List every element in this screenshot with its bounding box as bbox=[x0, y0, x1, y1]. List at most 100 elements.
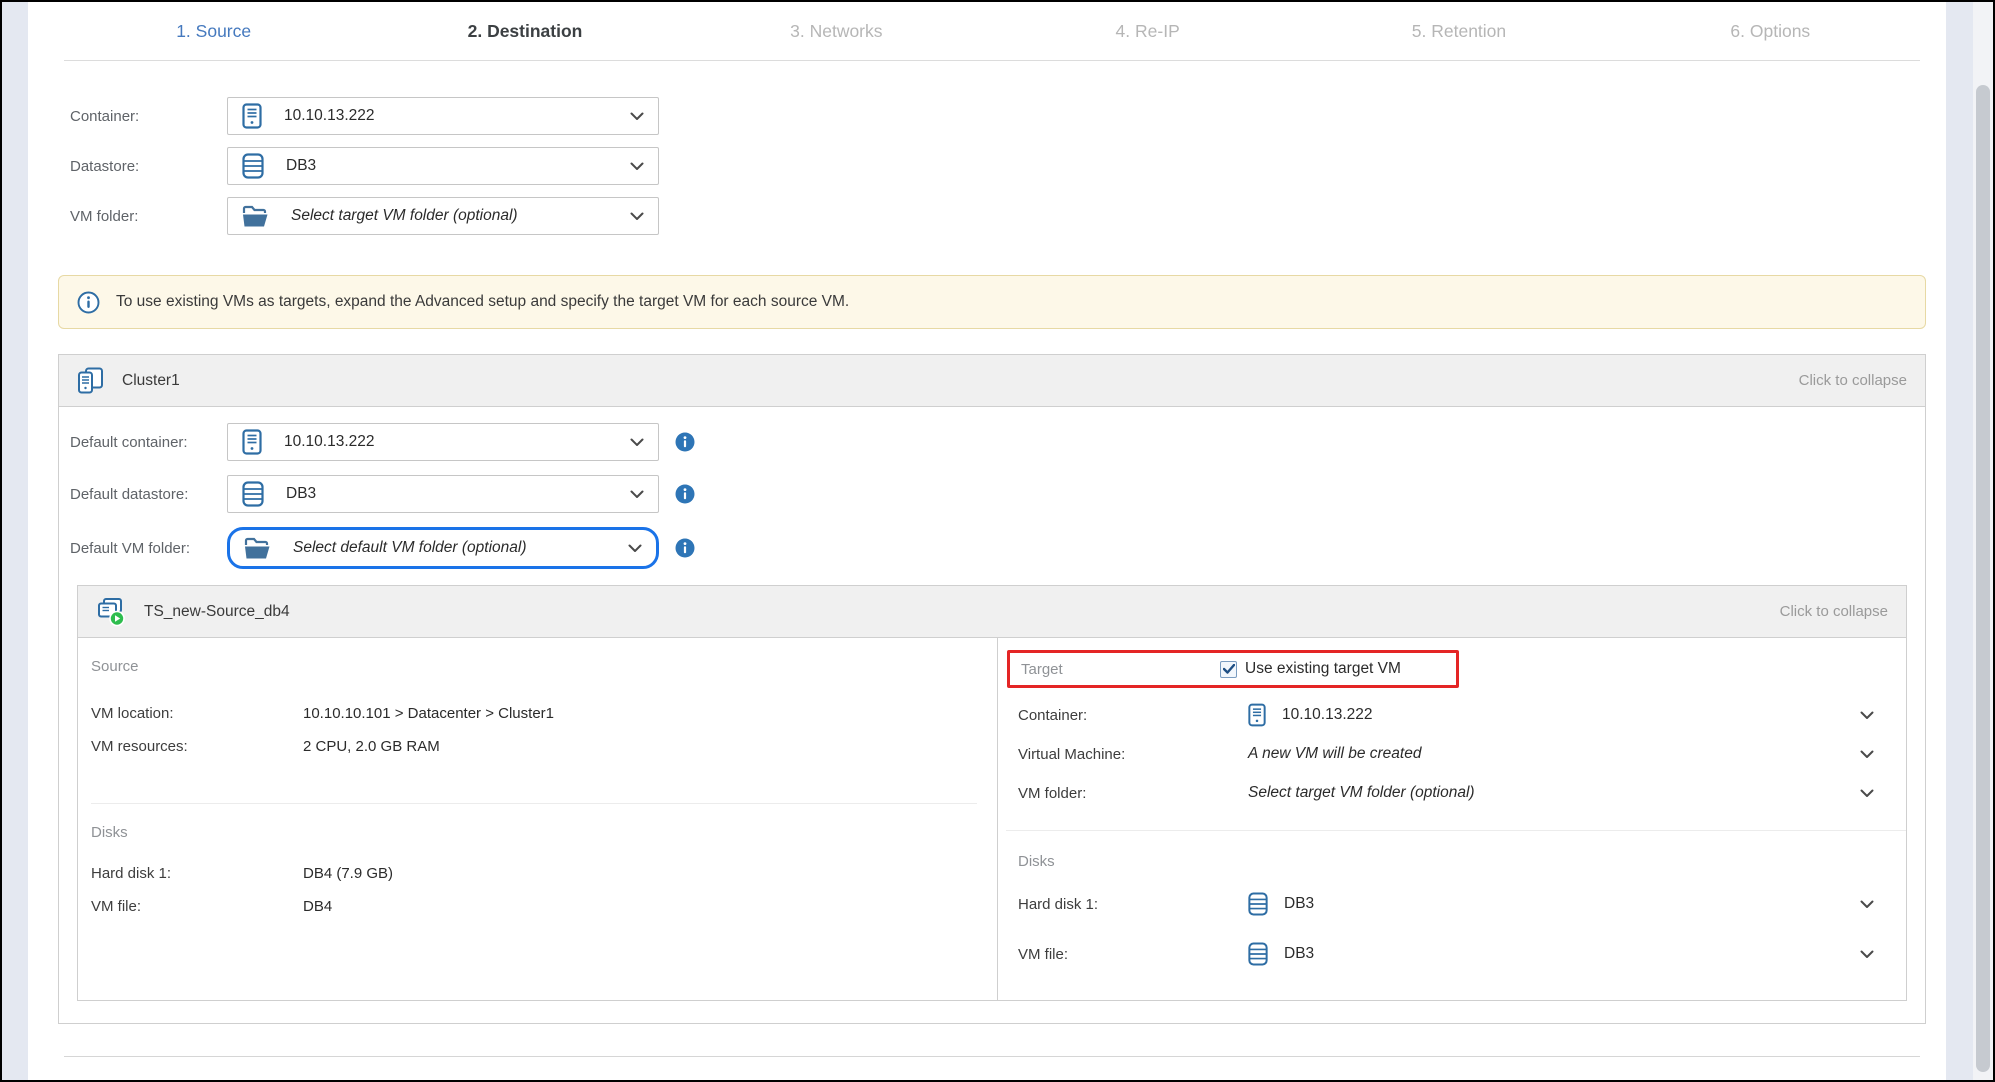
step-re-ip[interactable]: 4. Re-IP bbox=[992, 21, 1303, 42]
target-rows: Container: 10.10.13.222 bbox=[1006, 702, 1906, 806]
default-vm-folder-row: Default VM folder: Select default VM fol… bbox=[70, 527, 1907, 569]
target-container-label: Container: bbox=[1018, 707, 1248, 724]
default-vm-folder-label: Default VM folder: bbox=[70, 540, 227, 557]
target-disks-label: Disks bbox=[1018, 853, 1906, 870]
vm-folder-row: VM folder: Select target VM folder (opti… bbox=[70, 197, 1926, 235]
target-container-value: 10.10.13.222 bbox=[1282, 706, 1373, 724]
folder-icon bbox=[244, 537, 271, 560]
target-section-label: Target bbox=[1021, 661, 1220, 678]
hard-disk-value: DB4 (7.9 GB) bbox=[303, 865, 393, 882]
cluster-panel: Cluster1 Click to collapse Default conta… bbox=[58, 354, 1926, 1024]
target-hard-disk-label: Hard disk 1: bbox=[1018, 896, 1248, 913]
chevron-down-icon bbox=[630, 212, 644, 221]
target-disks-block: Disks Hard disk 1: DB3 bbox=[1006, 830, 1906, 970]
destination-form: Container: 10.10.13.222 Datastore: bbox=[58, 97, 1926, 235]
target-container-row[interactable]: Container: 10.10.13.222 bbox=[1006, 702, 1906, 728]
datastore-label: Datastore: bbox=[70, 158, 227, 175]
target-column: Target Use existing target VM bbox=[997, 638, 1906, 1000]
vm-panel-header[interactable]: TS_new-Source_db4 Click to collapse bbox=[78, 586, 1906, 638]
vm-location-value: 10.10.10.101 > Datacenter > Cluster1 bbox=[303, 705, 554, 722]
default-vm-folder-value: Select default VM folder (optional) bbox=[293, 539, 526, 557]
vm-location-row: VM location: 10.10.10.101 > Datacenter >… bbox=[91, 705, 977, 722]
chevron-down-icon bbox=[630, 490, 644, 499]
scrollbar-thumb[interactable] bbox=[1976, 85, 1990, 1072]
vm-resources-label: VM resources: bbox=[91, 738, 303, 755]
cluster-icon bbox=[77, 367, 104, 394]
default-datastore-label: Default datastore: bbox=[70, 486, 227, 503]
step-destination[interactable]: 2. Destination bbox=[369, 21, 680, 42]
default-container-dropdown[interactable]: 10.10.13.222 bbox=[227, 423, 659, 461]
vm-panel-body: Source VM location: 10.10.10.101 > Datac… bbox=[78, 638, 1906, 1000]
default-datastore-dropdown[interactable]: DB3 bbox=[227, 475, 659, 513]
vm-folder-dropdown[interactable]: Select target VM folder (optional) bbox=[227, 197, 659, 235]
default-container-value: 10.10.13.222 bbox=[284, 433, 375, 451]
chevron-down-icon bbox=[628, 544, 642, 553]
cluster-panel-body: Default container: 10.10.13.222 bbox=[59, 407, 1925, 1023]
target-vm-label: Virtual Machine: bbox=[1018, 746, 1248, 763]
chevron-down-icon bbox=[1860, 950, 1874, 959]
host-icon bbox=[242, 429, 262, 455]
vm-file-label: VM file: bbox=[91, 898, 303, 915]
cluster-title: Cluster1 bbox=[122, 372, 180, 390]
source-column: Source VM location: 10.10.10.101 > Datac… bbox=[78, 638, 997, 1000]
target-hard-disk-value: DB3 bbox=[1284, 895, 1314, 913]
datastore-value: DB3 bbox=[286, 157, 316, 175]
container-label: Container: bbox=[70, 108, 227, 125]
banner-text: To use existing VMs as targets, expand t… bbox=[116, 293, 849, 311]
default-vm-folder-dropdown[interactable]: Select default VM folder (optional) bbox=[227, 527, 659, 569]
target-hard-disk-row[interactable]: Hard disk 1: DB3 bbox=[1018, 888, 1906, 920]
datastore-icon bbox=[1248, 942, 1268, 966]
host-icon bbox=[242, 103, 262, 129]
default-container-row: Default container: 10.10.13.222 bbox=[70, 423, 1907, 461]
target-vm-folder-row[interactable]: VM folder: Select target VM folder (opti… bbox=[1006, 780, 1906, 806]
target-vm-folder-label: VM folder: bbox=[1018, 785, 1248, 802]
datastore-dropdown[interactable]: DB3 bbox=[227, 147, 659, 185]
target-vm-file-label: VM file: bbox=[1018, 946, 1248, 963]
info-banner: To use existing VMs as targets, expand t… bbox=[58, 275, 1926, 329]
checkbox-checked-icon bbox=[1220, 661, 1237, 678]
vm-title: TS_new-Source_db4 bbox=[144, 603, 290, 621]
host-icon bbox=[1248, 703, 1266, 727]
target-vm-value: A new VM will be created bbox=[1248, 745, 1421, 763]
chevron-down-icon bbox=[630, 162, 644, 171]
chevron-down-icon bbox=[630, 438, 644, 447]
step-options[interactable]: 6. Options bbox=[1615, 21, 1926, 42]
vm-folder-label: VM folder: bbox=[70, 208, 227, 225]
chevron-down-icon bbox=[1860, 750, 1874, 759]
source-hard-disk-row: Hard disk 1: DB4 (7.9 GB) bbox=[91, 865, 977, 882]
collapse-hint: Click to collapse bbox=[1780, 603, 1888, 620]
use-existing-target-vm-checkbox[interactable]: Use existing target VM bbox=[1220, 660, 1401, 678]
default-container-label: Default container: bbox=[70, 434, 227, 451]
target-virtual-machine-row[interactable]: Virtual Machine: A new VM will be create… bbox=[1006, 741, 1906, 767]
container-dropdown[interactable]: 10.10.13.222 bbox=[227, 97, 659, 135]
target-highlight-box: Target Use existing target VM bbox=[1007, 650, 1459, 688]
info-icon[interactable] bbox=[675, 432, 695, 452]
hard-disk-label: Hard disk 1: bbox=[91, 865, 303, 882]
chevron-down-icon bbox=[1860, 711, 1874, 720]
source-section-label: Source bbox=[91, 658, 977, 675]
source-vm-file-row: VM file: DB4 bbox=[91, 898, 977, 915]
vertical-scrollbar[interactable] bbox=[1973, 2, 1993, 1080]
target-vm-folder-value: Select target VM folder (optional) bbox=[1248, 784, 1475, 802]
step-networks[interactable]: 3. Networks bbox=[681, 21, 992, 42]
info-icon[interactable] bbox=[675, 538, 695, 558]
default-datastore-value: DB3 bbox=[286, 485, 316, 503]
footer-divider bbox=[64, 1056, 1920, 1057]
container-row: Container: 10.10.13.222 bbox=[70, 97, 1926, 135]
step-retention[interactable]: 5. Retention bbox=[1303, 21, 1614, 42]
info-icon[interactable] bbox=[675, 484, 695, 504]
container-value: 10.10.13.222 bbox=[284, 107, 375, 125]
default-datastore-row: Default datastore: DB3 bbox=[70, 475, 1907, 513]
target-vm-file-row[interactable]: VM file: DB3 bbox=[1018, 938, 1906, 970]
chevron-down-icon bbox=[1860, 789, 1874, 798]
datastore-icon bbox=[1248, 892, 1268, 916]
target-vm-file-value: DB3 bbox=[1284, 945, 1314, 963]
step-source[interactable]: 1. Source bbox=[58, 21, 369, 42]
source-disks-block: Disks Hard disk 1: DB4 (7.9 GB) VM file:… bbox=[91, 803, 977, 915]
info-circle-icon bbox=[77, 291, 100, 314]
chevron-down-icon bbox=[630, 112, 644, 121]
vm-resources-row: VM resources: 2 CPU, 2.0 GB RAM bbox=[91, 738, 977, 755]
cluster-panel-header[interactable]: Cluster1 Click to collapse bbox=[59, 355, 1925, 407]
datastore-row: Datastore: DB3 bbox=[70, 147, 1926, 185]
datastore-icon bbox=[242, 481, 264, 507]
